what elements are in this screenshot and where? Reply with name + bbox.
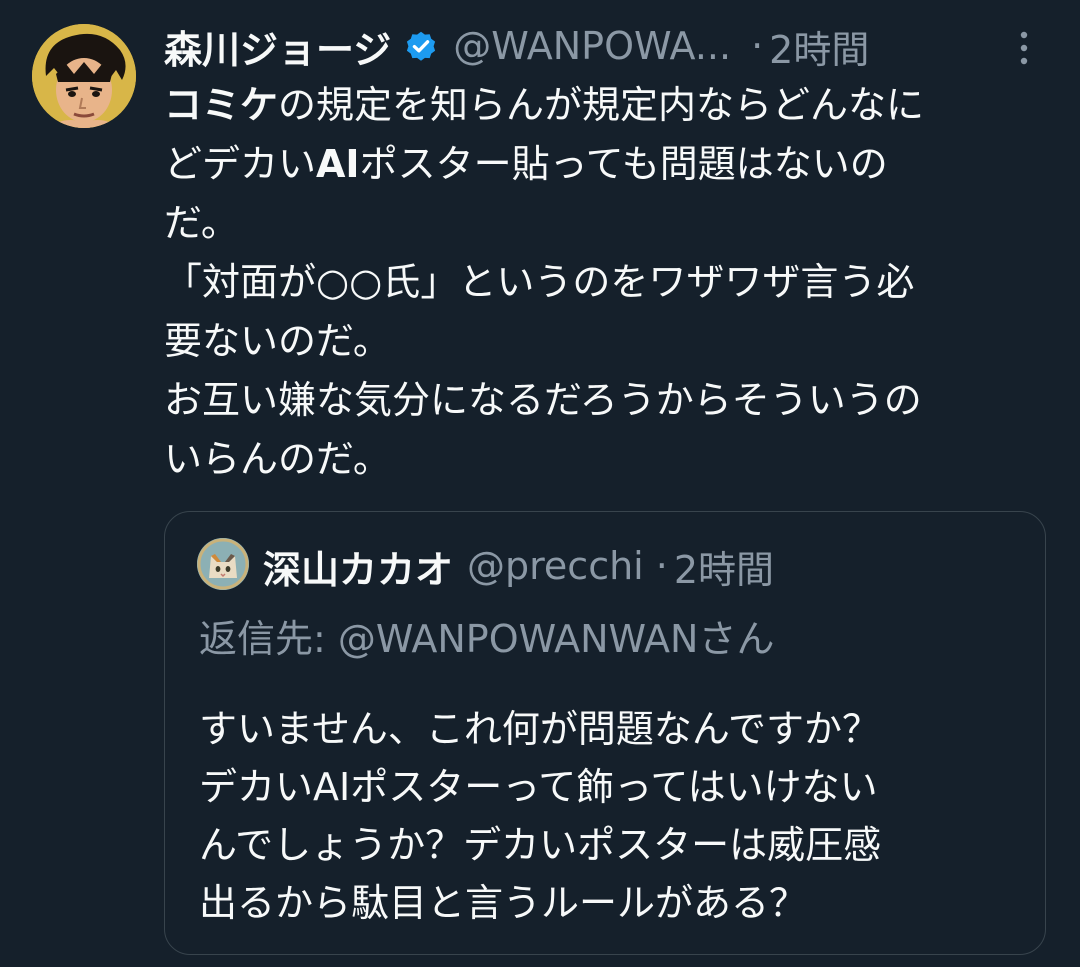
quoted-tweet-body: すいません、これ何が問題なんですか？ デカいAIポスターって飾ってはいけない ん… xyxy=(199,700,1029,932)
tweet-body-line: 要ないのだ。 xyxy=(164,319,391,363)
tweet-body: コミケの規定を知らんが規定内ならどんなに どデカいAIポスター貼っても問題はない… xyxy=(164,76,1054,489)
quoted-tweet-header: 深山カカオ @precchi · 2時間 xyxy=(263,540,774,592)
tweet-body-bold: AI xyxy=(316,142,360,186)
separator-dot: · xyxy=(655,544,668,588)
author-display-name[interactable]: 森川ジョージ xyxy=(164,19,391,74)
quoted-author-avatar[interactable] xyxy=(197,538,249,590)
quoted-author-handle[interactable]: @precchi xyxy=(467,544,644,588)
quoted-body-line: んでしょうか？デカいポスターは威圧感 xyxy=(199,823,882,867)
tweet-body-line: 「対面が○○氏」というのをワザワザ言う必 xyxy=(164,260,915,304)
quoted-author-display-name[interactable]: 深山カカオ xyxy=(263,539,453,594)
tweet-body-line: だ。 xyxy=(164,201,239,245)
anime-boxer-avatar-icon xyxy=(32,24,136,128)
tweet-body-line: どデカいAIポスター貼っても問題はないの xyxy=(164,142,888,186)
tweet-body-line: お互い嫌な気分になるだろうからそういうの xyxy=(164,378,922,422)
author-handle[interactable]: @WANPOWA... xyxy=(453,24,731,68)
quoted-tweet[interactable]: 深山カカオ @precchi · 2時間 返信先: @WANPOWANWANさん… xyxy=(164,511,1046,955)
author-avatar[interactable] xyxy=(32,24,136,128)
tweet-body-bold: コミケ xyxy=(164,83,279,127)
separator-dot: · xyxy=(751,24,764,68)
reply-to-label: 返信先: @WANPOWANWANさん xyxy=(199,617,775,661)
tweet[interactable]: 森川ジョージ @WANPOWA... · 2時間 コミケの規定を知らんが規定内な… xyxy=(0,0,1080,967)
verified-badge-icon xyxy=(403,28,439,64)
tweet-body-line: いらんのだ。 xyxy=(164,437,391,481)
quoted-body-line: すいません、これ何が問題なんですか？ xyxy=(199,707,880,751)
quoted-tweet-timestamp[interactable]: 2時間 xyxy=(674,539,774,594)
tweet-body-line: コミケの規定を知らんが規定内ならどんなに xyxy=(164,83,925,127)
quoted-body-line: デカいAIポスターって飾ってはいけない xyxy=(199,765,878,809)
cat-avatar-icon xyxy=(197,538,249,590)
more-options-icon[interactable] xyxy=(1014,26,1034,70)
tweet-timestamp[interactable]: 2時間 xyxy=(769,19,869,74)
tweet-header: 森川ジョージ @WANPOWA... · 2時間 xyxy=(164,18,1044,74)
quoted-body-line: 出るから駄目と言うルールがある？ xyxy=(199,881,808,925)
